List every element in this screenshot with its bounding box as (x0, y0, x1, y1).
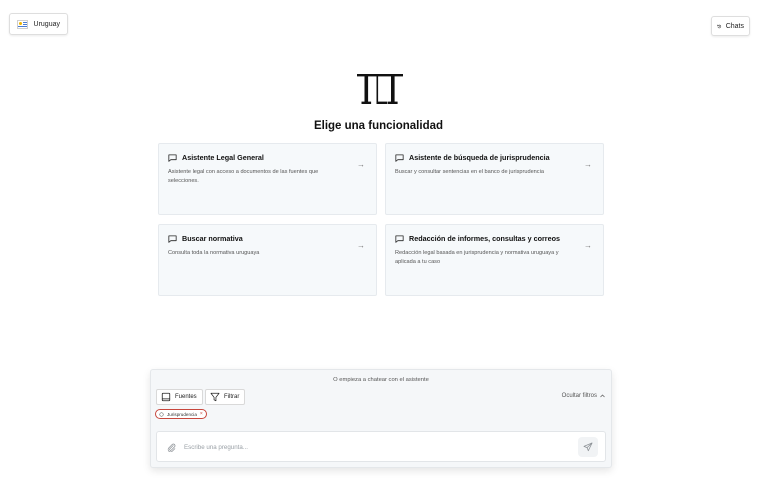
chevron-up-icon (600, 394, 605, 398)
paperclip-icon[interactable] (167, 443, 176, 452)
send-icon (583, 442, 593, 452)
send-button[interactable] (578, 437, 598, 457)
chat-bubble-icon (395, 235, 404, 243)
filter-tag-jurisprudencia[interactable]: Jurisprudencia × (155, 409, 207, 419)
card-description: Asistente legal con acceso a documentos … (168, 169, 319, 184)
card-buscar-normativa[interactable]: Buscar normativa Consulta toda la normat… (158, 224, 377, 296)
card-title: Redacción de informes, consultas y corre… (409, 234, 560, 243)
card-description: Redacción legal basada en jurisprudencia… (395, 250, 559, 265)
arrow-right-icon: → (584, 160, 592, 169)
page-title: Elige una funcionalidad (313, 120, 444, 132)
chats-label: Chats (725, 22, 744, 30)
arrow-right-icon: → (357, 241, 365, 250)
filter-button[interactable]: Filtrar (205, 389, 245, 405)
history-icon (717, 24, 722, 28)
chats-button[interactable]: Chats (711, 16, 750, 36)
hide-filters-toggle[interactable]: Ocultar filtros (562, 393, 605, 399)
sources-label: Fuentes (175, 394, 197, 400)
country-selector-button[interactable]: Uruguay (9, 13, 68, 35)
card-description: Consulta toda la normativa uruguaya (168, 250, 260, 256)
card-title: Buscar normativa (182, 234, 243, 243)
sources-button[interactable]: Fuentes (156, 389, 203, 405)
chat-bubble-icon (168, 154, 177, 162)
tlt-logo (357, 74, 403, 104)
arrow-right-icon: → (357, 160, 365, 169)
question-input[interactable] (184, 440, 564, 454)
remove-tag-icon[interactable]: × (200, 411, 203, 417)
chat-bubble-icon (395, 154, 404, 162)
card-busqueda-jurisprudencia[interactable]: Asistente de búsqueda de jurisprudencia … (385, 143, 604, 215)
uruguay-flag-icon (17, 19, 28, 29)
hide-filters-label: Ocultar filtros (561, 393, 597, 399)
card-title: Asistente Legal General (182, 153, 264, 162)
tag-label: Jurisprudencia (167, 411, 197, 417)
card-description: Buscar y consultar sentencias en el banc… (395, 169, 544, 175)
arrow-right-icon: → (584, 241, 592, 250)
card-asistente-legal-general[interactable]: Asistente Legal General Asistente legal … (158, 143, 377, 215)
filter-icon (210, 392, 220, 402)
card-redaccion-informes[interactable]: Redacción de informes, consultas y corre… (385, 224, 604, 296)
card-title: Asistente de búsqueda de jurisprudencia (409, 153, 550, 162)
country-label: Uruguay (33, 20, 60, 28)
filter-label: Filtrar (224, 394, 240, 400)
chat-panel: O empieza a chatear con el asistente Fue… (150, 369, 612, 468)
message-composer (156, 431, 606, 462)
tag-icon (159, 411, 164, 417)
sources-icon (161, 392, 171, 402)
chat-bubble-icon (168, 235, 177, 243)
chat-prompt-text: O empieza a chatear con el asistente (333, 377, 429, 383)
